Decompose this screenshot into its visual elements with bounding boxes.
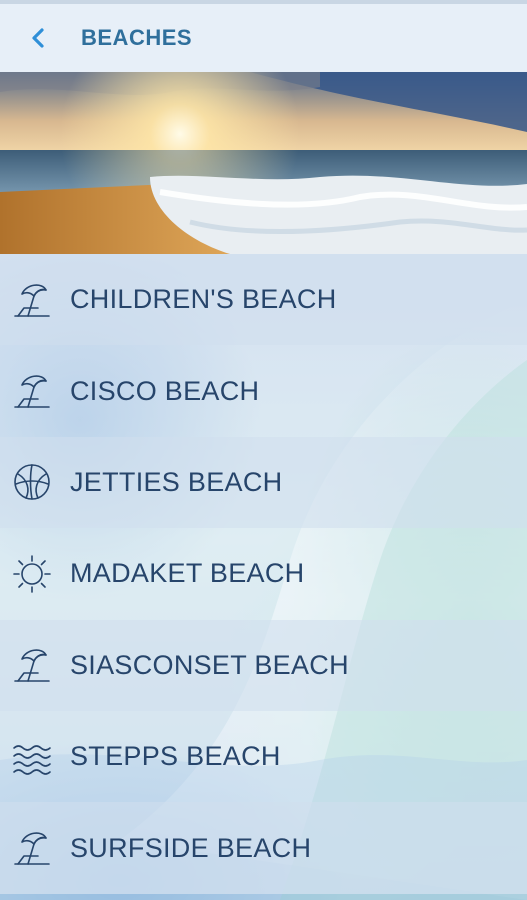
beach-name: CISCO BEACH [70,375,260,406]
beach-name: SURFSIDE BEACH [70,832,312,863]
chevron-left-icon [32,28,44,48]
umbrella-icon [11,644,53,686]
back-button[interactable] [26,26,50,50]
beach-name: STEPPS BEACH [70,741,281,772]
hero-image [0,72,527,254]
page-title: BEACHES [81,25,193,50]
beach-name: JETTIES BEACH [70,466,283,497]
beach-name: CHILDREN'S BEACH [70,284,337,315]
waves-icon [11,736,53,778]
umbrella-icon [11,279,53,321]
umbrella-icon [11,370,53,412]
list-item[interactable]: CHILDREN'S BEACH [0,254,527,346]
beach-list: CHILDREN'S BEACH CISCO BEACH JETTIES BEA… [0,254,527,894]
list-item[interactable]: SURFSIDE BEACH [0,802,527,894]
list-item[interactable]: SIASCONSET BEACH [0,619,527,711]
umbrella-icon [11,827,53,869]
sun-icon [11,553,53,595]
list-item[interactable]: MADAKET BEACH [0,528,527,620]
list-item[interactable]: CISCO BEACH [0,345,527,437]
list-item[interactable]: STEPPS BEACH [0,710,527,803]
beach-name: SIASCONSET BEACH [70,649,349,680]
beach-name: MADAKET BEACH [70,558,305,589]
beach-sunset-photo [0,72,527,254]
app-header: BEACHES [0,0,527,72]
beach-ball-icon [11,461,53,503]
list-item[interactable]: JETTIES BEACH [0,436,527,529]
